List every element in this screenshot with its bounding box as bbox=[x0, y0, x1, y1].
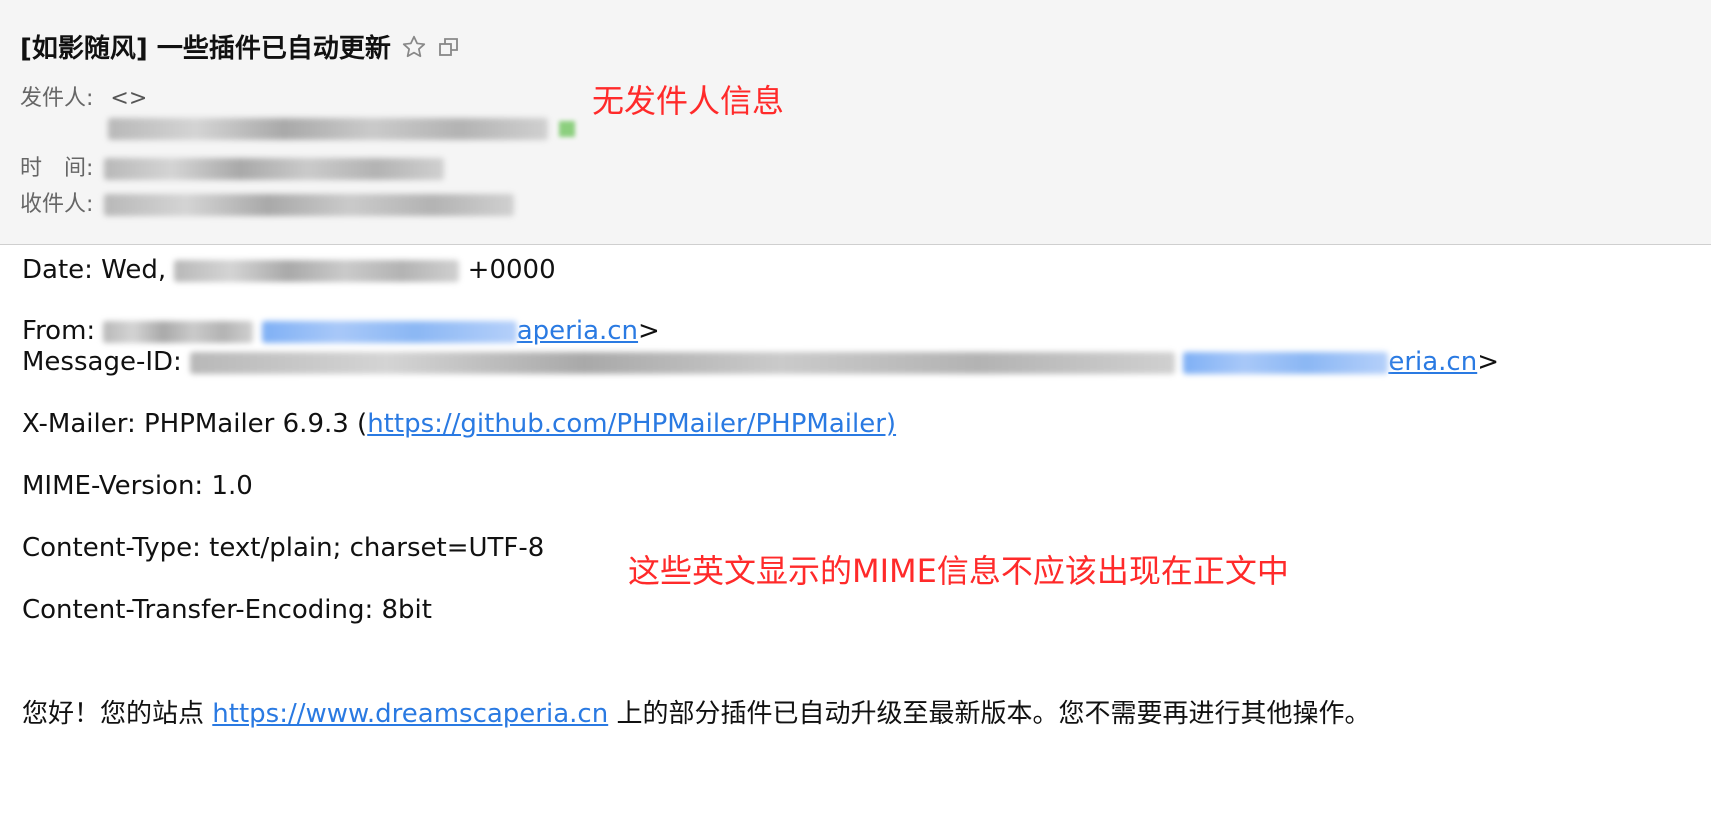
message-id-link[interactable]: eria.cn bbox=[1388, 347, 1477, 377]
redacted-sender-address bbox=[108, 118, 548, 140]
date-line: Date: Wed, +0000 bbox=[22, 255, 556, 285]
annotation-mime-note: 这些英文显示的MIME信息不应该出现在正文中 bbox=[628, 552, 1289, 590]
verified-icon bbox=[559, 121, 575, 137]
redacted-time bbox=[104, 158, 445, 180]
from-suffix: > bbox=[638, 316, 660, 346]
to-row: 收件人: bbox=[20, 186, 515, 218]
email-header: [如影随风] 一些插件已自动更新 发件人: <> 时 间: 收件人: 无发件人信… bbox=[0, 0, 1711, 245]
redacted-date bbox=[174, 259, 460, 282]
time-row: 时 间: bbox=[20, 150, 445, 182]
greeting-prefix: 您好！您的站点 bbox=[22, 699, 205, 729]
from-row: 发件人: <> bbox=[20, 80, 147, 112]
mime-version-line: MIME-Version: 1.0 bbox=[22, 471, 253, 501]
time-label: 时 间: bbox=[20, 156, 94, 181]
site-link[interactable]: https://www.dreamscaperia.cn bbox=[212, 699, 608, 729]
date-prefix: Date: Wed, bbox=[22, 255, 167, 285]
message-id-suffix: > bbox=[1477, 347, 1500, 377]
redacted-message-id-link[interactable] bbox=[1183, 351, 1389, 374]
redacted-from-name bbox=[103, 320, 254, 343]
annotation-no-sender: 无发件人信息 bbox=[592, 82, 785, 120]
email-subject: [如影随风] 一些插件已自动更新 bbox=[20, 28, 461, 65]
message-id-line: Message-ID: eria.cn> bbox=[22, 347, 1499, 377]
redacted-message-id bbox=[190, 351, 1176, 374]
to-label: 收件人: bbox=[20, 192, 94, 217]
from-value[interactable]: <> bbox=[110, 86, 147, 111]
greeting-line: 您好！您的站点 https://www.dreamscaperia.cn 上的部… bbox=[22, 693, 1370, 730]
from-prefix: From: bbox=[22, 316, 96, 346]
date-suffix: +0000 bbox=[467, 255, 556, 285]
from-label: 发件人: bbox=[20, 86, 94, 111]
star-icon[interactable] bbox=[401, 34, 427, 60]
from-address-row bbox=[108, 116, 575, 141]
redacted-recipient bbox=[104, 194, 515, 216]
x-mailer-prefix: X-Mailer: PHPMailer 6.9.3 ( bbox=[22, 409, 368, 439]
greeting-suffix: 上的部分插件已自动升级至最新版本。您不需要再进行其他操作。 bbox=[616, 699, 1371, 729]
phpmailer-link[interactable]: https://github.com/PHPMailer/PHPMailer) bbox=[367, 409, 896, 439]
x-mailer-line: X-Mailer: PHPMailer 6.9.3 (https://githu… bbox=[22, 409, 896, 439]
content-type-line: Content-Type: text/plain; charset=UTF-8 bbox=[22, 533, 545, 563]
content-transfer-encoding-line: Content-Transfer-Encoding: 8bit bbox=[22, 595, 432, 625]
redacted-from-link[interactable] bbox=[261, 320, 517, 343]
message-id-prefix: Message-ID: bbox=[22, 347, 182, 377]
from-line: From: aperia.cn> bbox=[22, 316, 660, 346]
subject-text: [如影随风] 一些插件已自动更新 bbox=[20, 34, 391, 64]
from-email-link[interactable]: aperia.cn bbox=[517, 316, 638, 346]
popout-window-icon[interactable] bbox=[437, 35, 461, 59]
